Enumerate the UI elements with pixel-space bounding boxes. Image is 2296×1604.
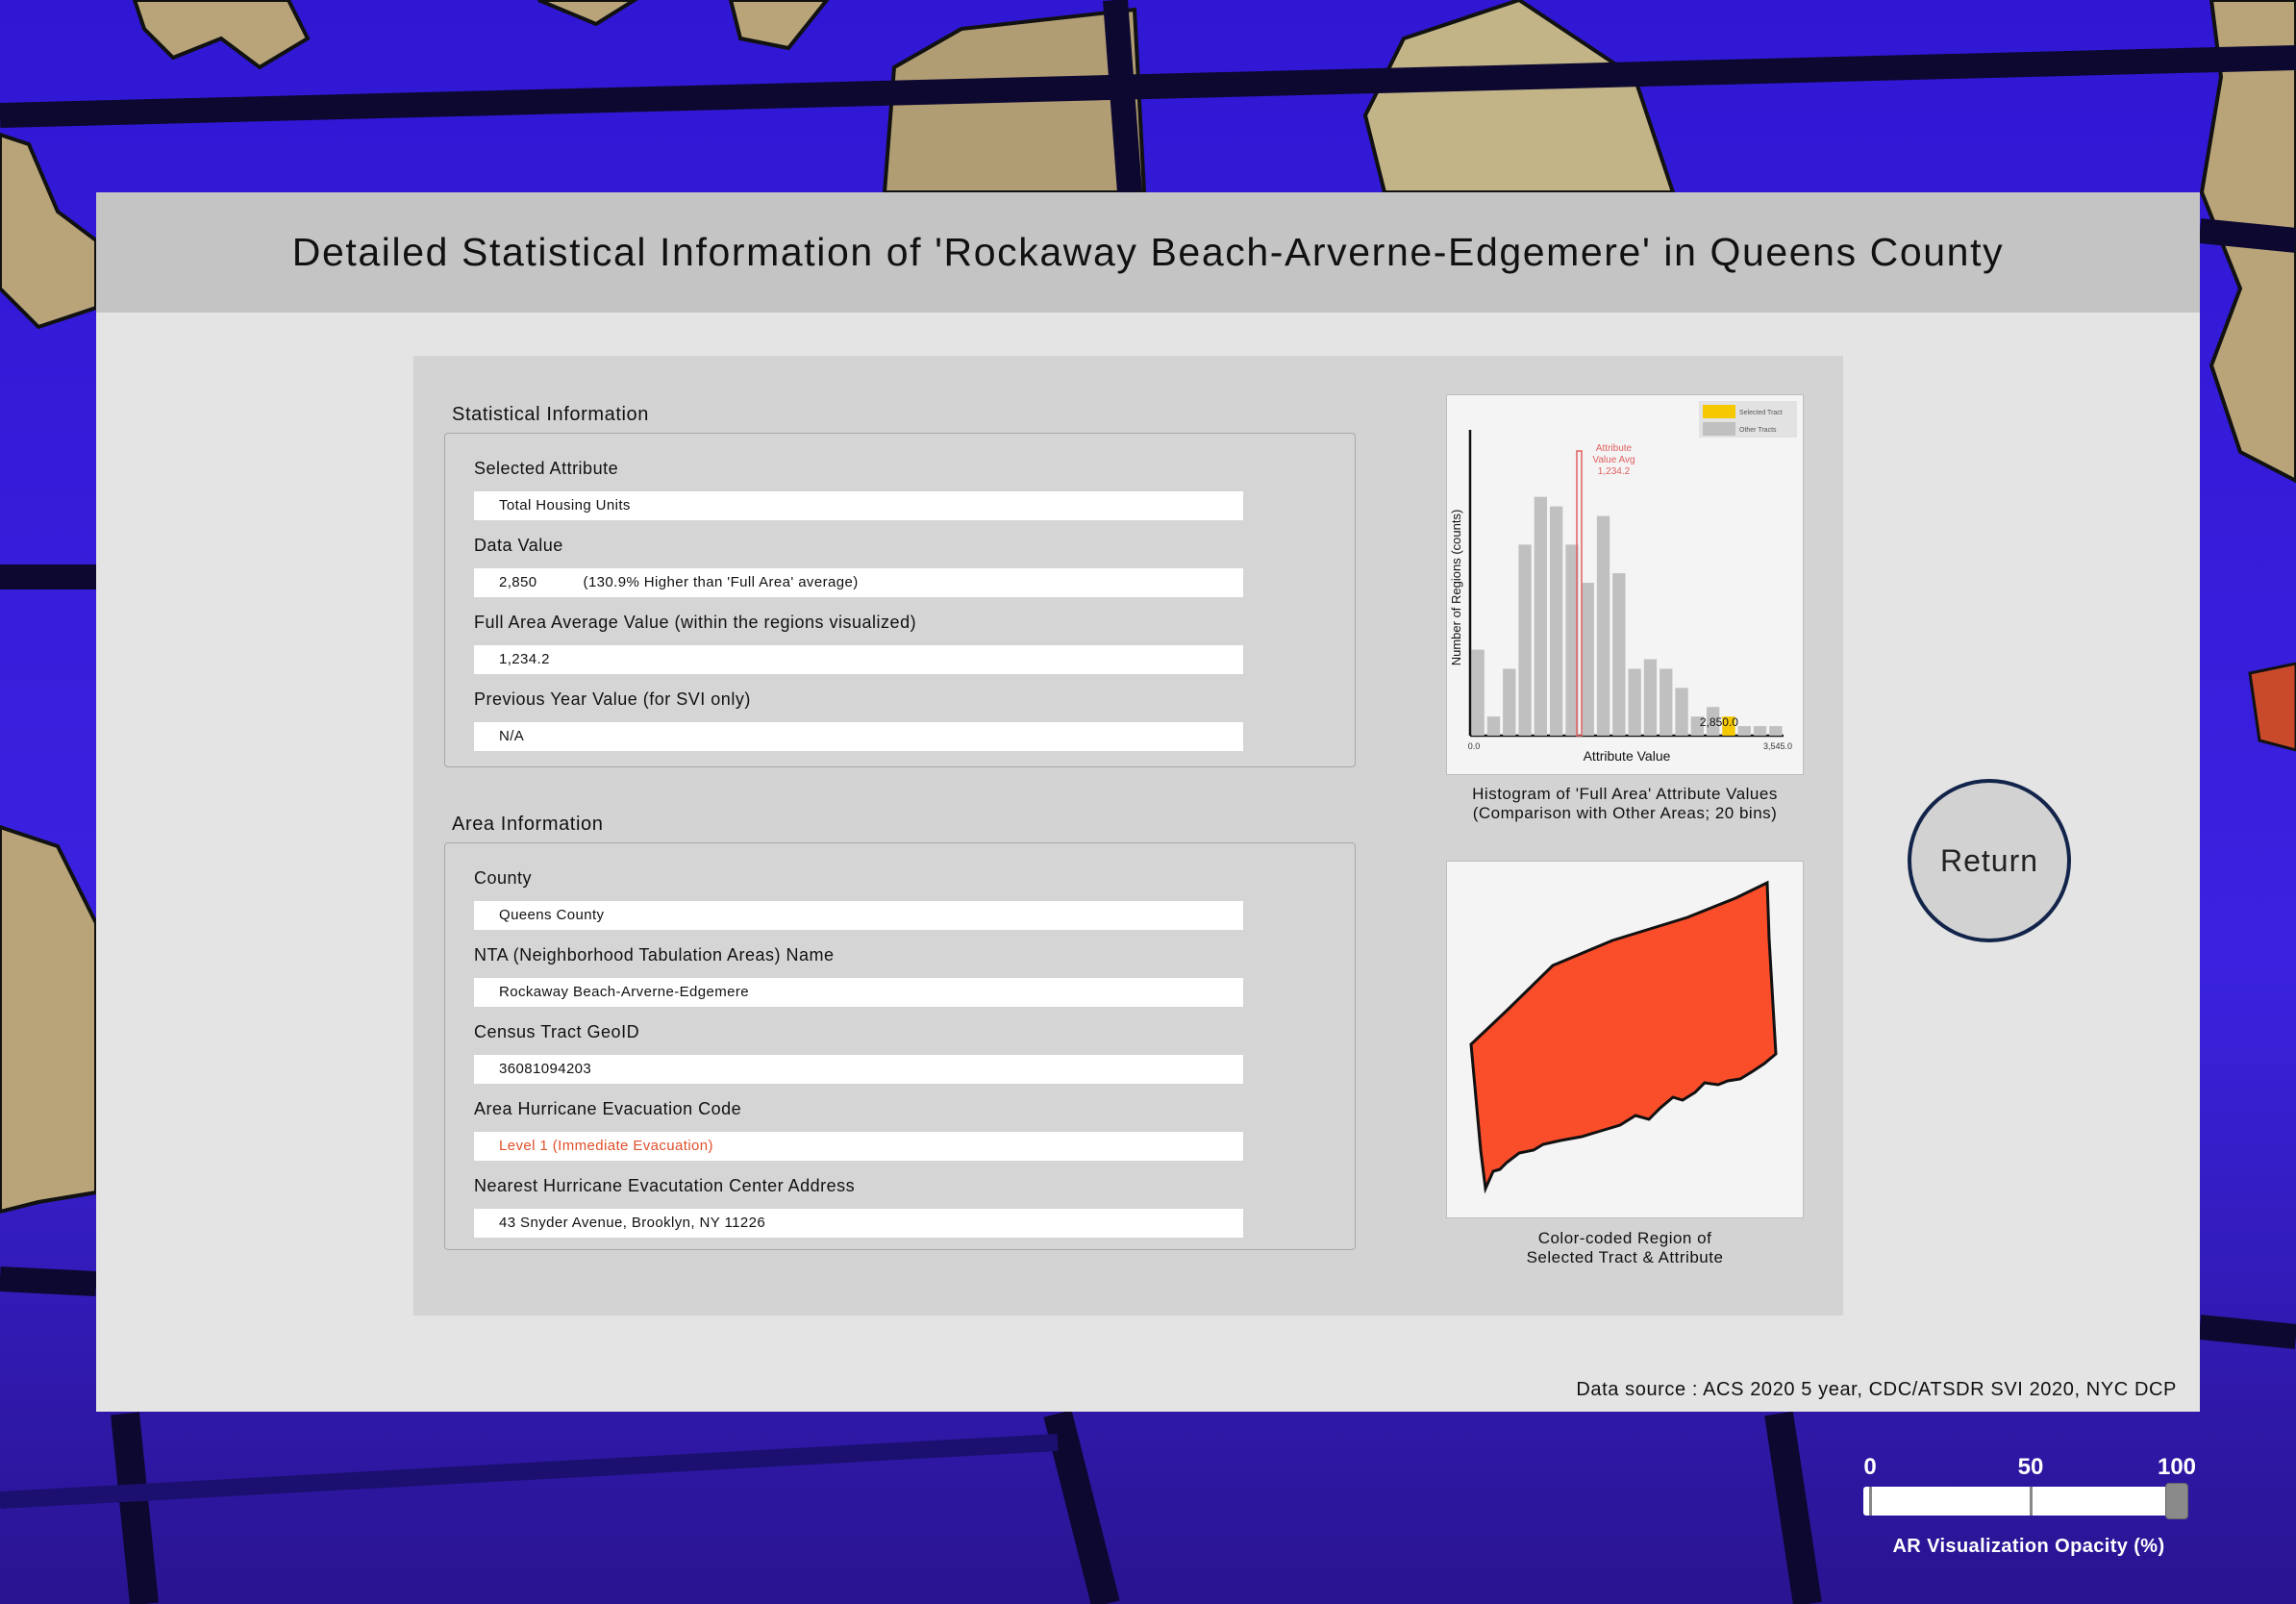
area-info-heading: Area Information	[452, 814, 604, 835]
histogram-bar	[1769, 726, 1783, 736]
histogram-chart: Attribute Value Avg 1,234.2 2,850.0 0.0 3,545…	[1446, 394, 1804, 775]
data-source: Data source : ACS 2020 5 year, CDC/ATSDR…	[1576, 1379, 2177, 1400]
title-bar: Detailed Statistical Information of 'Roc…	[96, 192, 2200, 313]
field-label-full-area-average: Full Area Average Value (within the regi…	[474, 613, 917, 632]
histogram-bar	[1550, 506, 1563, 736]
slider-caption: AR Visualization Opacity (%)	[1892, 1536, 2165, 1557]
histogram-caption: Histogram of 'Full Area' Attribute Value…	[1423, 785, 1827, 823]
histogram-bar	[1534, 496, 1547, 736]
histogram-bar	[1612, 573, 1626, 736]
histogram-bar	[1596, 515, 1610, 736]
tract-region-shape	[1469, 880, 1778, 1194]
average-label: Attribute	[1596, 443, 1633, 454]
field-value-full-area-average: 1,234.2	[474, 645, 1243, 674]
histogram-bar	[1486, 716, 1501, 736]
legend-label: Selected Tract	[1739, 410, 1783, 416]
field-label-data-value: Data Value	[474, 536, 563, 555]
x-tick-label: 3,545.0	[1763, 741, 1792, 751]
area-info-group: County Queens County NTA (Neighborhood T…	[444, 842, 1356, 1250]
legend-label: Other Tracts	[1739, 427, 1777, 434]
content-box: Statistical Information Selected Attribu…	[413, 356, 1843, 1316]
region-caption-line-2: Selected Tract & Attribute	[1526, 1248, 1724, 1266]
field-value-nta-name: Rockaway Beach-Arverne-Edgemere	[474, 978, 1243, 1007]
legend-swatch	[1703, 422, 1735, 436]
slider-track[interactable]	[1863, 1487, 2173, 1516]
histogram-svg: AttributeValue Avg1,234.2 2,850.0 0.0 3,545…	[1449, 401, 1797, 764]
selected-value-label: 2,850.0	[1700, 715, 1738, 729]
histogram-bar	[1503, 668, 1516, 736]
region-caption: Color-coded Region of Selected Tract & A…	[1423, 1229, 1827, 1267]
statistical-info-group: Selected Attribute Total Housing Units D…	[444, 433, 1356, 767]
region-caption-line-1: Color-coded Region of	[1537, 1229, 1712, 1247]
field-value-census-tract: 36081094203	[474, 1055, 1243, 1084]
x-axis-label: Attribute Value	[1584, 748, 1671, 764]
statistics-panel: Detailed Statistical Information of 'Roc…	[96, 192, 2200, 1412]
x-tick-label: 0.0	[1468, 741, 1481, 751]
average-label: 1,234.2	[1598, 466, 1631, 477]
histogram-caption-line-1: Histogram of 'Full Area' Attribute Value…	[1472, 785, 1778, 803]
field-value-evacuation-code: Level 1 (Immediate Evacuation)	[474, 1132, 1243, 1161]
histogram-bar	[1471, 649, 1485, 736]
slider-tick-0	[1869, 1487, 1872, 1516]
field-label-census-tract: Census Tract GeoID	[474, 1022, 640, 1041]
histogram-bar	[1675, 688, 1688, 736]
average-label: Value Avg	[1592, 455, 1635, 465]
slider-handle[interactable]	[2165, 1483, 2188, 1519]
opacity-slider[interactable]: 0 50 100 AR Visualization Opacity (%)	[1856, 1454, 2202, 1569]
histogram-caption-line-2: (Comparison with Other Areas; 20 bins)	[1472, 804, 1778, 822]
statistical-info-heading: Statistical Information	[452, 404, 649, 425]
histogram-bar	[1581, 583, 1594, 736]
field-value-evacuation-center: 43 Snyder Avenue, Brooklyn, NY 11226	[474, 1209, 1243, 1238]
field-label-previous-year: Previous Year Value (for SVI only)	[474, 689, 751, 709]
histogram-bar	[1643, 659, 1658, 736]
histogram-bar	[1660, 668, 1673, 736]
field-label-evacuation-center: Nearest Hurricane Evacutation Center Add…	[474, 1176, 856, 1195]
histogram-bar	[1518, 544, 1532, 736]
histogram-bar	[1753, 726, 1767, 736]
histogram-bar	[1737, 726, 1751, 736]
field-label-county: County	[474, 868, 533, 888]
histogram-bar	[1628, 668, 1641, 736]
slider-tick-label-100: 100	[2157, 1454, 2197, 1480]
slider-tick-label-50: 50	[2017, 1454, 2044, 1480]
tract-polygon	[1469, 880, 1778, 1194]
slider-tick-label-0: 0	[1863, 1454, 1877, 1480]
y-axis-label: Number of Regions (counts)	[1449, 510, 1463, 666]
field-value-previous-year: N/A	[474, 722, 1243, 751]
field-label-evacuation-code: Area Hurricane Evacuation Code	[474, 1099, 742, 1118]
field-value-selected-attribute: Total Housing Units	[474, 491, 1243, 520]
page-title: Detailed Statistical Information of 'Roc…	[291, 230, 2005, 274]
field-label-nta-name: NTA (Neighborhood Tabulation Areas) Name	[474, 945, 835, 965]
legend-swatch	[1703, 405, 1735, 418]
data-value-comparison: (130.9% Higher than 'Full Area' average)	[583, 574, 859, 590]
region-shape-card	[1446, 861, 1804, 1218]
data-value-number: 2,850	[499, 574, 537, 590]
field-label-selected-attribute: Selected Attribute	[474, 459, 619, 478]
field-value-data-value: 2,850 (130.9% Higher than 'Full Area' ave…	[474, 568, 1243, 597]
slider-tick-50	[2030, 1487, 2033, 1516]
return-button[interactable]: Return	[1908, 779, 2071, 942]
field-value-county: Queens County	[474, 901, 1243, 930]
